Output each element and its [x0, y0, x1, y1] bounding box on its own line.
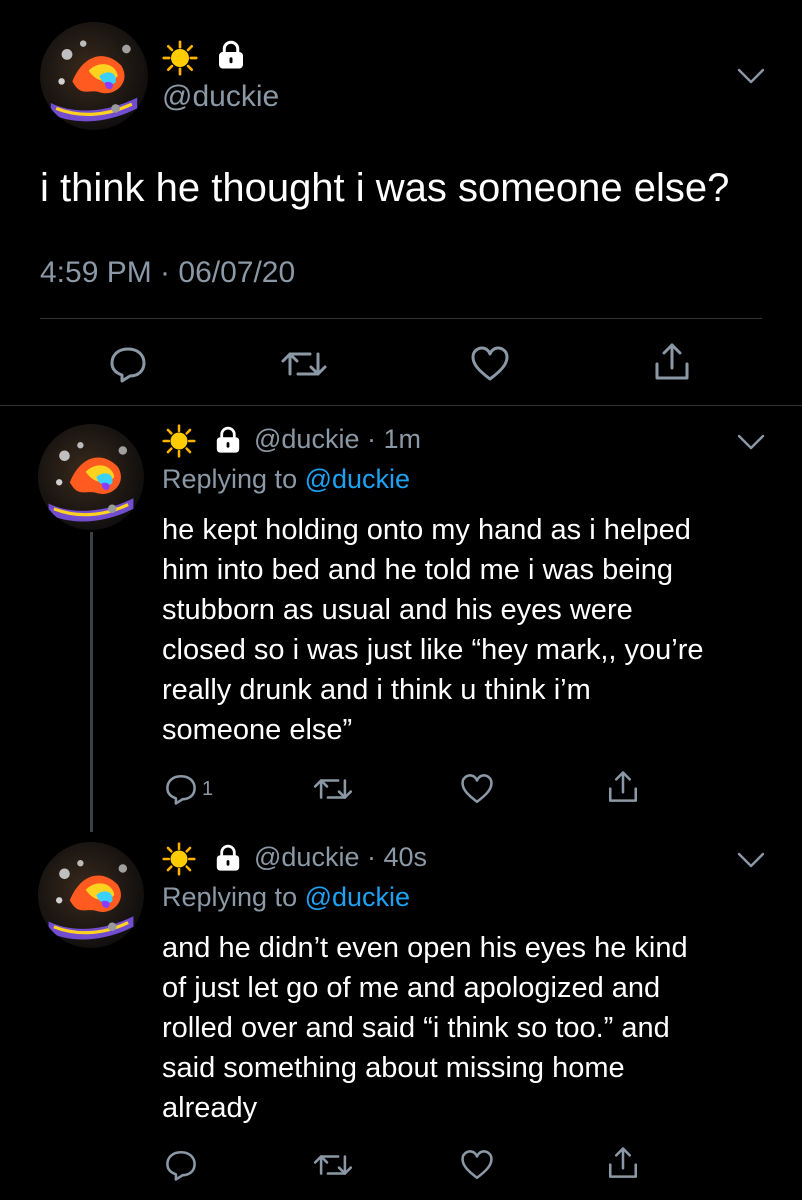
reply-text: and he didn’t even open his eyes he kind… — [162, 928, 782, 1128]
handle[interactable]: @duckie — [254, 424, 359, 454]
share-icon[interactable] — [652, 342, 692, 382]
retweet-icon[interactable] — [312, 1148, 354, 1182]
retweet-icon[interactable] — [312, 772, 354, 806]
replying-to: Replying to @duckie — [162, 882, 410, 913]
divider — [0, 405, 802, 406]
retweet-icon[interactable] — [280, 344, 328, 384]
divider — [40, 318, 762, 319]
like-icon[interactable] — [460, 1148, 494, 1182]
text-line: someone else” — [162, 714, 353, 746]
separator-dot: · — [359, 842, 384, 872]
thread-line — [90, 532, 93, 832]
text-line: he kept holding onto my hand as i helped — [162, 514, 691, 546]
text-line: said something about missing home — [162, 1052, 625, 1084]
tweet-text: i think he thought i was someone else? — [40, 166, 730, 210]
timestamp[interactable]: 4:59 PM · 06/07/20 — [40, 256, 295, 290]
text-line: stubborn as usual and his eyes were — [162, 594, 633, 626]
separator-dot: · — [359, 424, 384, 454]
mention-link[interactable]: @duckie — [305, 464, 410, 494]
text-line: rolled over and said “i think so too.” a… — [162, 1012, 670, 1044]
handle[interactable]: @duckie — [254, 842, 359, 872]
chevron-down-icon[interactable] — [736, 850, 766, 870]
text-line: of just let go of me and apologized and — [162, 972, 661, 1004]
lock-icon — [216, 40, 246, 70]
text-line: him into bed and he told me i was being — [162, 554, 674, 586]
like-icon[interactable] — [460, 772, 494, 806]
share-icon[interactable] — [606, 770, 640, 804]
reply-meta[interactable]: @duckie · 1m — [254, 424, 421, 455]
sun-icon — [162, 40, 198, 76]
share-icon[interactable] — [606, 1146, 640, 1180]
reply-meta[interactable]: @duckie · 40s — [254, 842, 427, 873]
avatar[interactable] — [38, 424, 144, 530]
reply-icon[interactable] — [108, 344, 148, 384]
reply-count: 1 — [202, 778, 214, 800]
time: 40s — [383, 842, 428, 872]
avatar[interactable] — [38, 842, 144, 948]
replying-prefix: Replying to — [162, 882, 298, 912]
text-line: really drunk and i think u think i’m — [162, 674, 591, 706]
handle[interactable]: @duckie — [162, 80, 279, 114]
lock-icon — [214, 426, 242, 454]
lock-icon — [214, 844, 242, 872]
sun-icon — [162, 424, 196, 458]
time: 1m — [383, 424, 421, 454]
reply-icon[interactable] — [164, 772, 198, 806]
text-line: and he didn’t even open his eyes he kind — [162, 932, 688, 964]
text-line: already — [162, 1092, 258, 1124]
text-line: closed so i was just like “hey mark,, yo… — [162, 634, 704, 666]
mention-link[interactable]: @duckie — [305, 882, 410, 912]
avatar[interactable] — [40, 22, 148, 130]
reply-text: he kept holding onto my hand as i helped… — [162, 510, 782, 750]
like-icon[interactable] — [470, 344, 510, 384]
chevron-down-icon[interactable] — [736, 432, 766, 452]
reply-icon[interactable] — [164, 1148, 198, 1182]
replying-prefix: Replying to — [162, 464, 298, 494]
chevron-down-icon[interactable] — [736, 66, 766, 86]
replying-to: Replying to @duckie — [162, 464, 410, 495]
sun-icon — [162, 842, 196, 876]
